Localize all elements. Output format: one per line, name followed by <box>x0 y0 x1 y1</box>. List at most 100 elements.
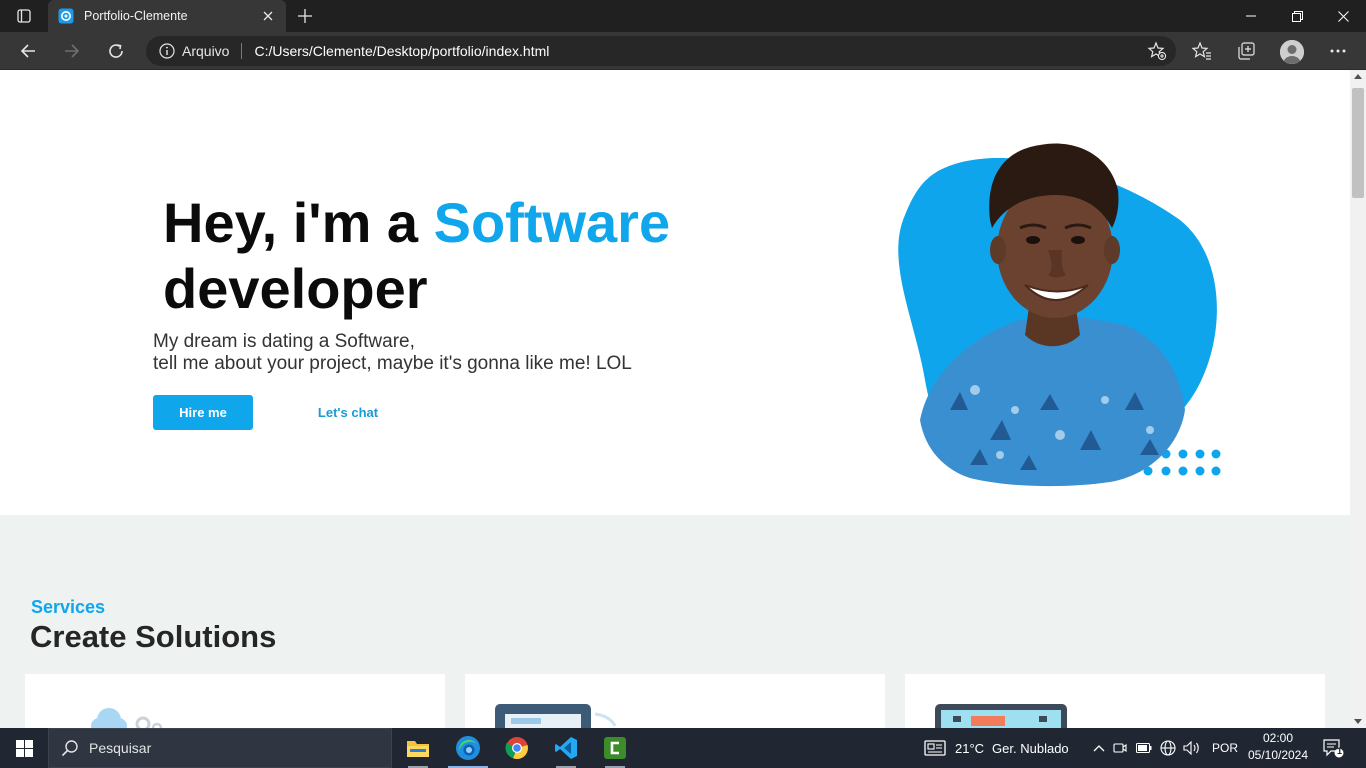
page-scrollbar[interactable] <box>1350 70 1366 728</box>
site-info-button[interactable] <box>158 42 176 60</box>
tray-meet-now[interactable] <box>1108 741 1132 755</box>
windows-taskbar: Pesquisar 21°C Ger. Nublado POR 02:00 05… <box>0 728 1366 768</box>
services-section: Services Create Solutions <box>0 515 1350 728</box>
new-tab-icon <box>298 9 312 23</box>
app-development-icon <box>935 704 1067 728</box>
restore-button[interactable] <box>1274 0 1320 32</box>
address-bar[interactable]: Arquivo C:/Users/Clemente/Desktop/portfo… <box>146 36 1176 66</box>
hero-description-line-2: tell me about your project, maybe it's g… <box>153 353 632 374</box>
address-divider <box>241 43 243 59</box>
hero-description-line-1: My dream is dating a Software, <box>153 331 415 352</box>
edge-page-icon <box>58 8 74 24</box>
chrome-icon <box>505 737 528 760</box>
hire-me-button[interactable]: Hire me <box>153 395 253 430</box>
notification-count: 1 <box>1337 746 1343 756</box>
file-scheme-label: Arquivo <box>182 43 230 59</box>
restore-icon <box>1291 10 1303 22</box>
forward-button[interactable] <box>56 35 88 67</box>
weather-news-icon <box>924 740 946 756</box>
cloud-settings-icon <box>91 708 163 728</box>
scroll-up-arrow[interactable] <box>1354 74 1362 79</box>
more-menu-button[interactable] <box>1322 35 1354 67</box>
battery-icon <box>1136 743 1152 753</box>
url-text[interactable]: C:/Users/Clemente/Desktop/portfolio/inde… <box>254 43 1142 59</box>
hero-heading-pre: Hey, i'm a <box>163 191 434 254</box>
edge-icon <box>456 736 480 760</box>
profile-icon <box>1280 40 1304 64</box>
lets-chat-button[interactable]: Let's chat <box>298 395 398 430</box>
taskbar-camtasia[interactable] <box>591 728 639 768</box>
hero-description: My dream is dating a Software, tell me a… <box>153 331 632 375</box>
hero-heading-post: developer <box>163 257 428 320</box>
tab-actions-button[interactable] <box>8 4 40 28</box>
system-tray: POR <box>1090 728 1238 768</box>
service-card-3[interactable] <box>905 674 1325 728</box>
service-card-2[interactable] <box>465 674 885 728</box>
camera-icon <box>1113 743 1127 753</box>
page-viewport: Hey, i'm a Software developer My dream i… <box>0 70 1350 728</box>
camtasia-icon <box>604 737 626 759</box>
developer-portrait-image <box>898 143 1221 487</box>
browser-titlebar: Portfolio-Clemente <box>0 0 1366 32</box>
profile-button[interactable] <box>1280 40 1304 64</box>
close-window-button[interactable] <box>1320 0 1366 32</box>
taskbar-clock[interactable]: 02:00 05/10/2024 <box>1240 730 1316 766</box>
collections-button[interactable] <box>1230 35 1262 67</box>
hero-section: Hey, i'm a Software developer My dream i… <box>0 70 1350 515</box>
add-favorite-button[interactable] <box>1142 37 1172 65</box>
tray-battery[interactable] <box>1132 743 1156 753</box>
info-icon <box>159 43 175 59</box>
search-icon <box>61 740 78 757</box>
search-placeholder: Pesquisar <box>89 740 152 756</box>
notification-center-button[interactable]: 1 <box>1322 728 1352 768</box>
taskbar-edge[interactable] <box>444 728 492 768</box>
close-tab-button[interactable] <box>260 8 276 24</box>
back-button[interactable] <box>12 35 44 67</box>
favorites-button[interactable] <box>1186 35 1218 67</box>
hero-heading-accent: Software <box>433 191 671 254</box>
speaker-icon <box>1183 741 1199 755</box>
more-icon <box>1330 49 1346 53</box>
chevron-up-icon <box>1093 745 1105 752</box>
input-language[interactable]: POR <box>1212 741 1238 755</box>
clock-time: 02:00 <box>1262 731 1294 745</box>
favorites-icon <box>1192 41 1211 60</box>
close-tab-icon <box>263 11 273 21</box>
browser-tab[interactable]: Portfolio-Clemente <box>48 0 286 32</box>
close-window-icon <box>1337 10 1349 22</box>
minimize-button[interactable] <box>1228 0 1274 32</box>
taskbar-file-explorer[interactable] <box>394 728 442 768</box>
file-explorer-icon <box>407 741 429 757</box>
new-tab-button[interactable] <box>292 4 318 28</box>
weather-widget[interactable]: 21°C Ger. Nublado <box>924 728 1069 768</box>
scroll-down-arrow[interactable] <box>1354 719 1362 724</box>
web-design-icon <box>495 704 617 728</box>
services-title: Create Solutions <box>30 619 277 654</box>
back-icon <box>20 44 35 58</box>
add-favorite-icon <box>1147 41 1167 61</box>
services-subtitle: Services <box>31 597 106 617</box>
tab-title: Portfolio-Clemente <box>84 9 188 23</box>
windows-logo-icon <box>15 739 33 757</box>
vscode-icon <box>555 737 577 759</box>
refresh-button[interactable] <box>100 35 132 67</box>
hero-heading: Hey, i'm a Software developer <box>163 190 763 322</box>
refresh-icon <box>109 44 123 58</box>
weather-temperature: 21°C <box>955 740 985 756</box>
service-card-1[interactable] <box>25 674 445 728</box>
taskbar-search-box[interactable]: Pesquisar <box>48 728 392 768</box>
show-hidden-icons-button[interactable] <box>1090 744 1108 752</box>
taskbar-chrome[interactable] <box>493 728 541 768</box>
minimize-icon <box>1246 15 1256 17</box>
weather-description: Ger. Nublado <box>992 740 1069 756</box>
clock-date: 05/10/2024 <box>1247 748 1309 762</box>
collections-icon <box>1238 42 1255 60</box>
start-button[interactable] <box>0 728 48 768</box>
browser-toolbar: Arquivo C:/Users/Clemente/Desktop/portfo… <box>0 32 1366 70</box>
taskbar-vscode[interactable] <box>542 728 590 768</box>
scrollbar-thumb[interactable] <box>1352 88 1364 198</box>
tray-network[interactable] <box>1156 740 1180 756</box>
tab-actions-icon <box>17 9 31 23</box>
forward-icon <box>65 44 80 58</box>
tray-volume[interactable] <box>1180 741 1204 755</box>
